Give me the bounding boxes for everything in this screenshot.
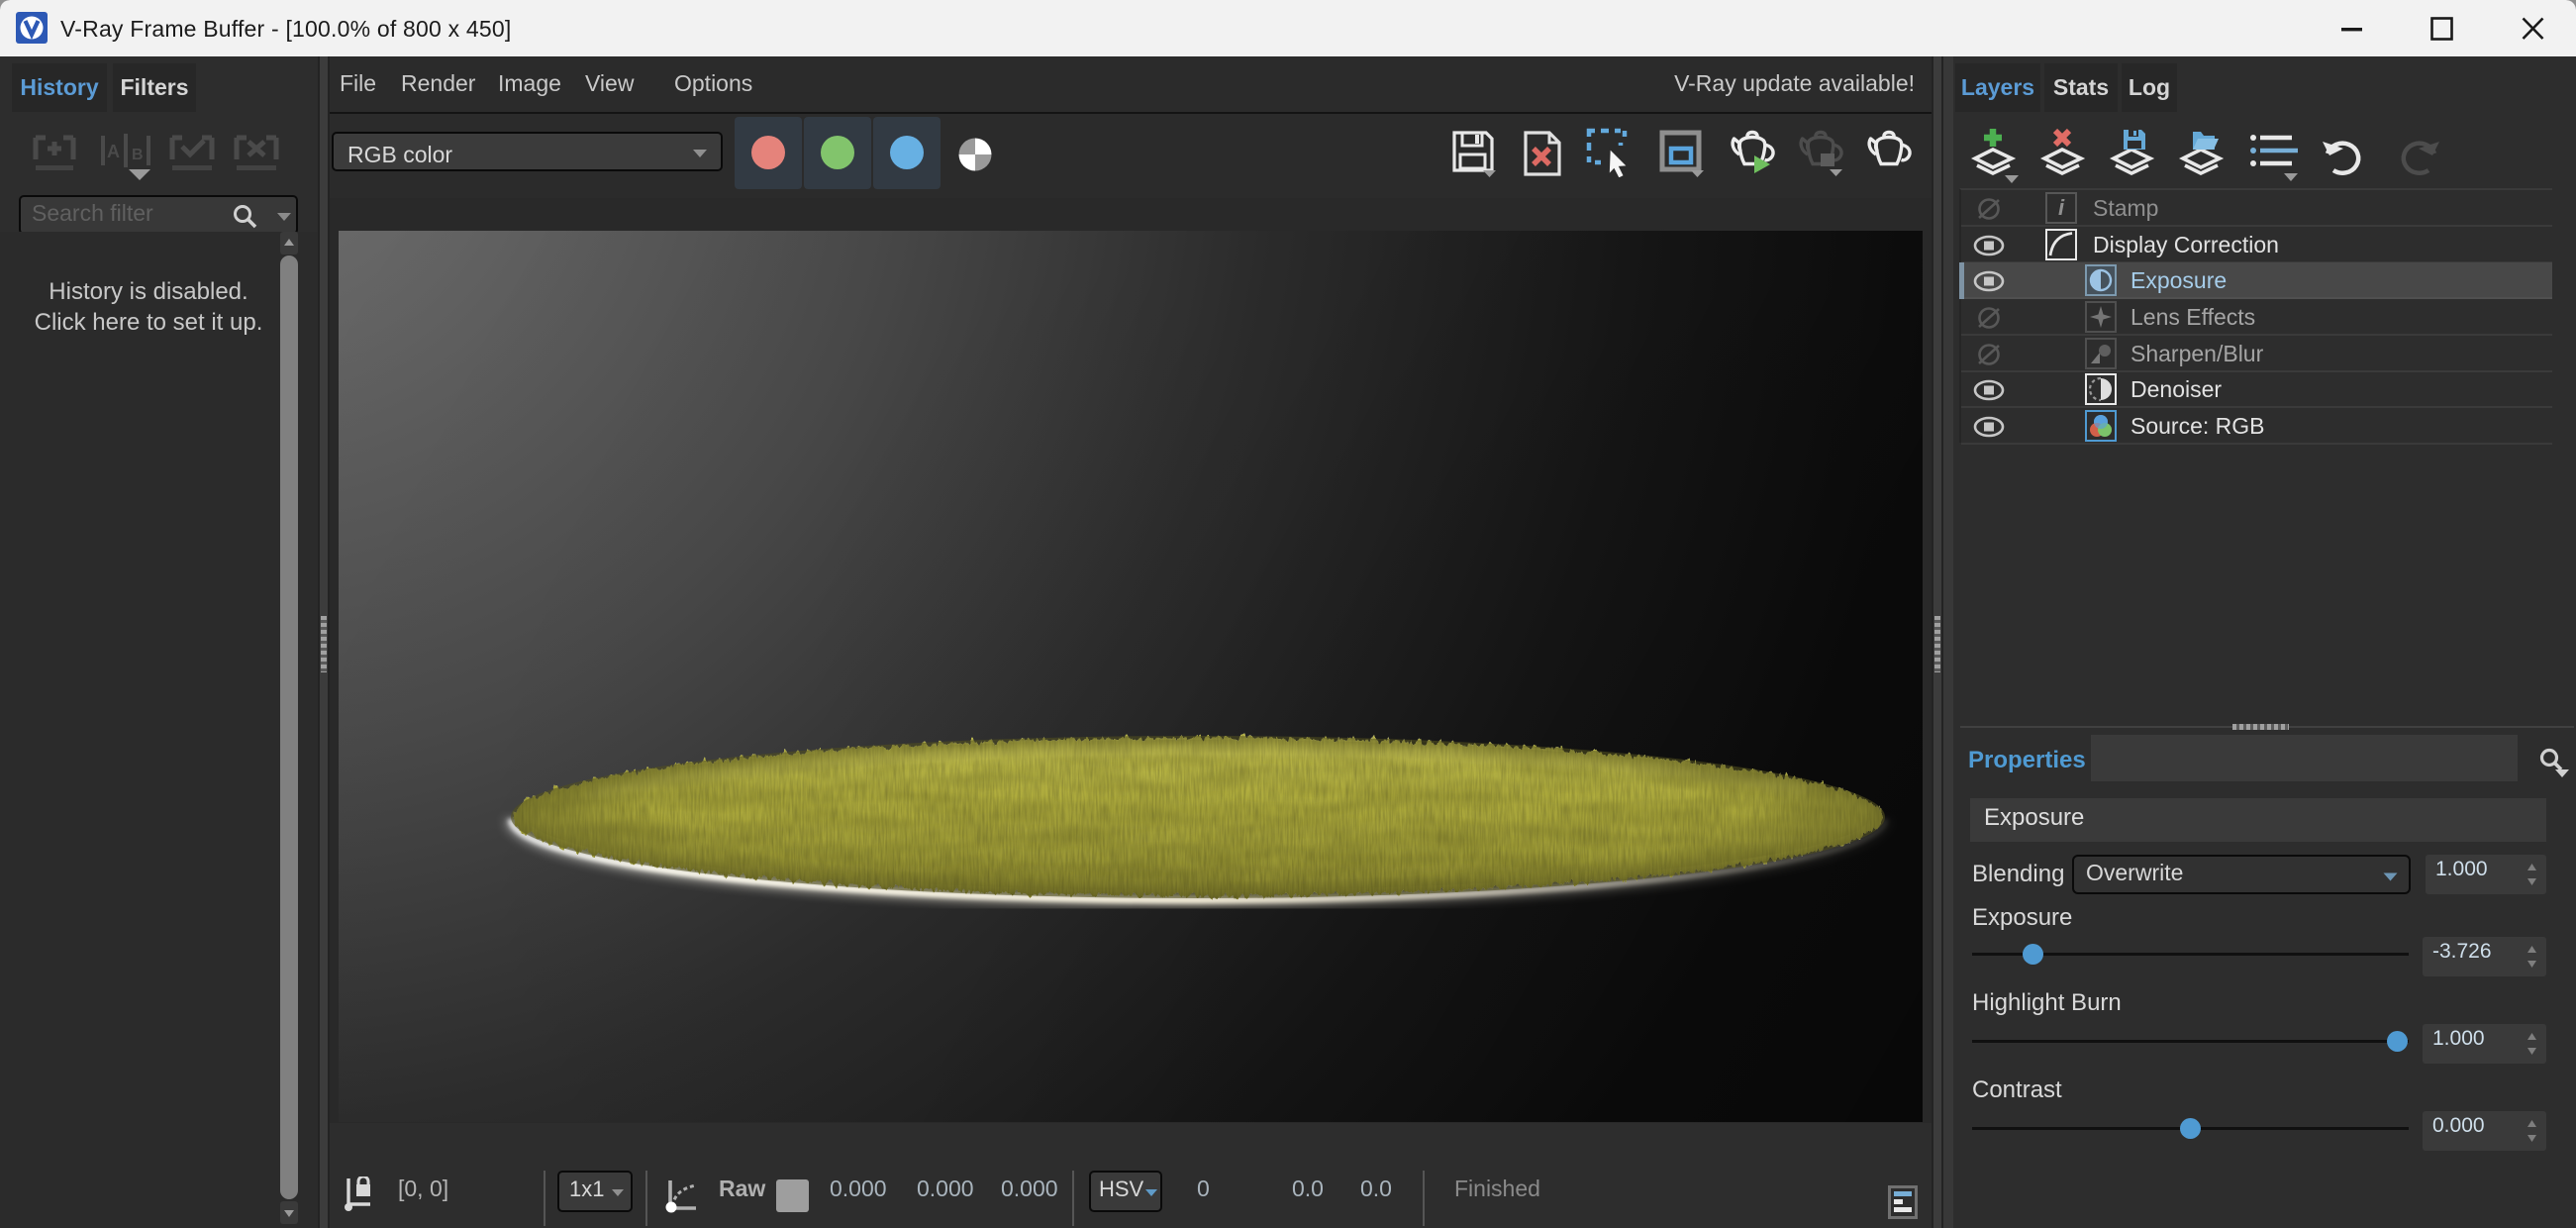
svg-text:B: B (132, 147, 144, 163)
svg-text:A: A (107, 142, 120, 161)
